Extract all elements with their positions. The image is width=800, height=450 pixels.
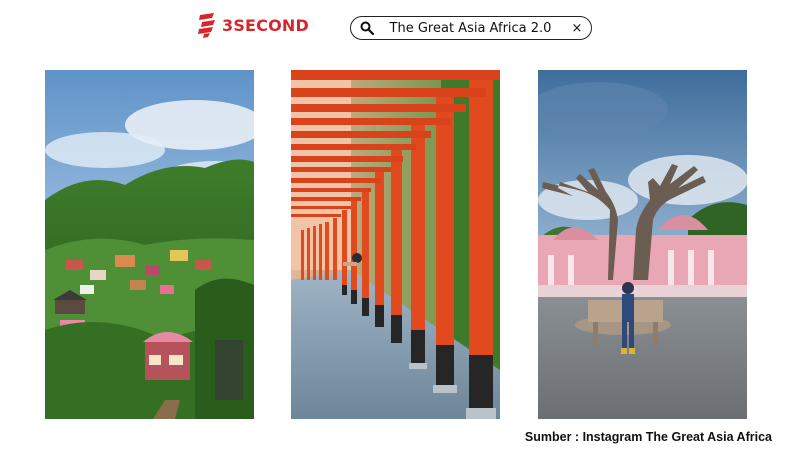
landscape-photo [45,70,254,419]
sculpture-photo [538,70,747,419]
hillside-village-photo [45,70,254,419]
giant-hands-photo [538,70,747,419]
search-bar[interactable]: The Great Asia Africa 2.0 × [350,16,592,40]
torii-gates-photo [291,70,500,419]
search-input[interactable]: The Great Asia Africa 2.0 [374,21,567,36]
3second-logo-icon [198,13,215,38]
search-icon[interactable] [360,21,374,35]
torii-photo [291,70,500,419]
source-caption: Sumber : Instagram The Great Asia Africa [524,430,772,444]
brand-logo[interactable]: 3SECOND [196,11,309,39]
brand-name: 3SECOND [222,15,310,35]
header-bar: 3SECOND The Great Asia Africa 2.0 × [0,0,800,60]
close-icon[interactable]: × [567,21,587,36]
